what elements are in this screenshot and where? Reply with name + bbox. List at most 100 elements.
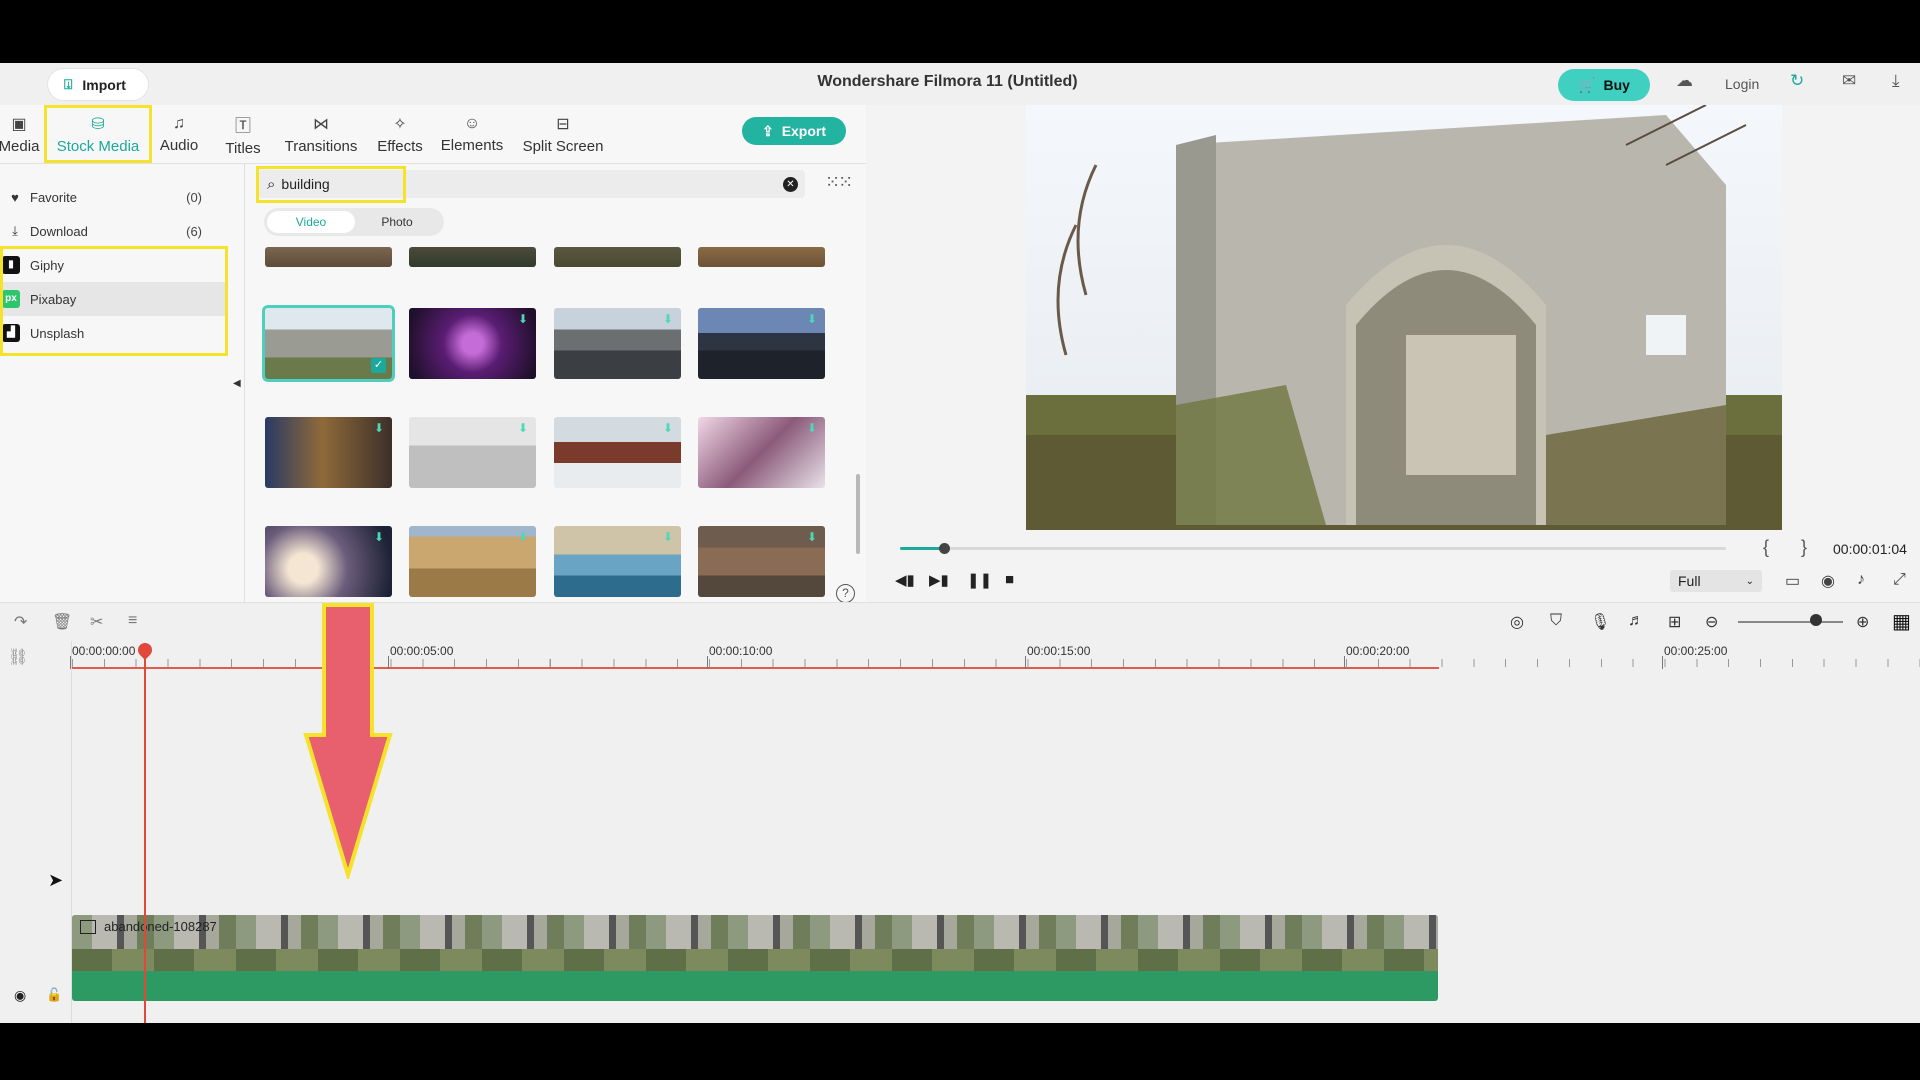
help-icon[interactable]: ? [836,584,855,603]
stock-thumbnail[interactable]: ⬇ [265,526,392,597]
cloud-icon[interactable]: ☁ [1676,71,1693,91]
microphone-icon[interactable]: 🎙 [1590,612,1610,632]
check-icon: ✓ [371,358,386,373]
redo-icon[interactable]: ↷ [14,612,27,632]
download-icon[interactable]: ⬇ [807,312,817,326]
stock-thumbnail[interactable]: ⬇ [554,308,681,379]
heart-icon: ♥ [11,189,19,205]
cart-icon: 🛒 [1578,76,1596,93]
stock-thumbnail[interactable]: ⬇ [409,308,536,379]
timeline-video-clip[interactable]: abandoned-108287 [72,915,1438,1001]
sidebar-item-download[interactable]: ⤓ Download (6) [0,214,228,248]
download-icon[interactable]: ⬇ [807,530,817,544]
collapse-arrow-icon[interactable]: ◀ [233,378,241,389]
download-icon[interactable]: ⬇ [663,530,673,544]
timeline-range-line [72,667,1439,669]
stock-thumbnail[interactable]: ⬇ [409,526,536,597]
stock-thumbnail-selected[interactable]: ✓ [265,308,392,379]
media-type-toggle: Video Photo [264,208,444,236]
download-count: (6) [186,223,202,239]
scissors-icon[interactable]: ✂ [90,612,103,632]
stock-thumbnail[interactable]: ⬇ [265,417,392,488]
stock-thumbnail[interactable]: ⬇ [698,308,825,379]
tab-media[interactable]: ▣ Media [0,105,42,163]
clear-search-icon[interactable]: ✕ [783,177,798,192]
video-clip-icon [80,920,96,934]
download-icon[interactable]: ⬇ [374,421,384,435]
monitor-icon[interactable]: ▭ [1785,571,1800,591]
highlight-sources [0,246,228,356]
zoom-slider[interactable] [1738,621,1843,623]
fullscreen-icon[interactable]: ⤢ [1893,571,1906,589]
tab-elements[interactable]: ☺ Elements [438,105,506,163]
login-link[interactable]: Login [1725,76,1759,92]
tab-titles[interactable]: 🅃 Titles [220,105,266,163]
stock-content: ⌕ building ✕ ⁙⁙ Video Photo ✓ ⬇ ⬇ ⬇ ⬇ ⬇ … [245,164,866,603]
mouse-cursor-icon: ➤ [48,870,64,890]
mark-in-icon[interactable]: { [1763,537,1769,558]
stock-thumbnail[interactable]: ⬇ [698,417,825,488]
camera-icon[interactable]: ◉ [1821,571,1835,591]
ruler-label: 00:00:10:00 [706,644,773,669]
download-icon[interactable]: ⬇ [518,421,528,435]
preview-timecode: 00:00:01:04 [1833,541,1907,557]
audio-mixer-icon[interactable]: ♬ [1628,612,1644,630]
headset-icon[interactable]: ↻ [1790,71,1804,91]
photo-option[interactable]: Photo [353,211,441,233]
clip-thumbnails [72,915,1438,971]
download-icon[interactable]: ⬇ [807,421,817,435]
download-icon[interactable]: ⤓ [1892,71,1900,91]
lock-icon[interactable]: 🔓 [46,987,62,1003]
download-icon[interactable]: ⬇ [663,312,673,326]
render-icon[interactable]: ◎ [1510,612,1524,632]
tab-transitions[interactable]: ⋈ Transitions [280,105,362,163]
stop-icon[interactable]: ■ [1005,571,1014,588]
title-bar: ⍗ Import Wondershare Filmora 11 (Untitle… [0,63,1920,105]
mark-out-icon[interactable]: } [1801,537,1807,558]
track-layout-icon[interactable]: ▦ [1892,609,1911,634]
stock-thumbnail[interactable] [409,247,536,267]
zoom-out-icon[interactable]: ⊖ [1705,612,1718,632]
download-icon[interactable]: ⬇ [518,530,528,544]
play-icon[interactable]: ▶▮ [929,571,949,589]
sidebar-item-favorite[interactable]: ♥ Favorite (0) [0,180,228,214]
stock-thumbnail[interactable]: ⬇ [554,417,681,488]
step-back-icon[interactable]: ◀▮ [895,571,915,589]
quality-select[interactable]: Full ⌄ [1670,570,1762,592]
pause-icon[interactable]: ❚❚ [967,571,992,589]
volume-icon[interactable]: ♪ [1857,571,1865,589]
eye-icon[interactable]: ◉ [14,987,26,1004]
timeline-panel: ↷ 🗑 ✂ ≡ ◎ ⛉ 🎙 ♬ ⊞ ⊖ ⊕ ▦ ⛓ ◉ 🔓 00:00:00:0… [0,602,1920,1023]
tab-audio[interactable]: ♫ Audio [156,105,202,163]
library-scrollbar[interactable] [856,474,860,554]
split-screen-icon: ⊟ [556,115,570,133]
download-icon[interactable]: ⬇ [663,421,673,435]
zoom-in-icon[interactable]: ⊕ [1856,612,1869,632]
grid-view-icon[interactable]: ⁙⁙ [825,172,853,193]
download-icon[interactable]: ⬇ [374,530,384,544]
download-icon[interactable]: ⬇ [518,312,528,326]
marker-icon[interactable]: ⛉ [1550,612,1562,630]
playhead[interactable] [144,646,146,1023]
menu-icon[interactable]: ≡ [128,612,137,630]
stock-thumbnail[interactable] [698,247,825,267]
zoom-slider-knob[interactable] [1810,614,1822,626]
stock-thumbnail[interactable]: ⬇ [698,526,825,597]
tab-split-screen[interactable]: ⊟ Split Screen [518,105,608,163]
link-icon[interactable]: ⛓ [8,647,28,667]
stock-thumbnail[interactable] [265,247,392,267]
playback-scrubber[interactable] [938,543,950,554]
delete-icon[interactable]: 🗑 [52,612,72,632]
stock-thumbnail[interactable]: ⬇ [554,526,681,597]
playback-progress-bar[interactable] [900,543,1726,554]
export-button[interactable]: ⇪ Export [742,117,846,145]
favorite-count: (0) [186,189,202,205]
tab-effects[interactable]: ✧ Effects [372,105,428,163]
stock-thumbnail[interactable]: ⬇ [409,417,536,488]
ruler-label: 00:00:25:00 [1661,644,1728,669]
stock-thumbnail[interactable] [554,247,681,267]
buy-button[interactable]: 🛒 Buy [1558,69,1650,101]
mail-icon[interactable]: ✉ [1842,71,1856,91]
fit-icon[interactable]: ⊞ [1668,612,1681,632]
video-option[interactable]: Video [267,211,355,233]
